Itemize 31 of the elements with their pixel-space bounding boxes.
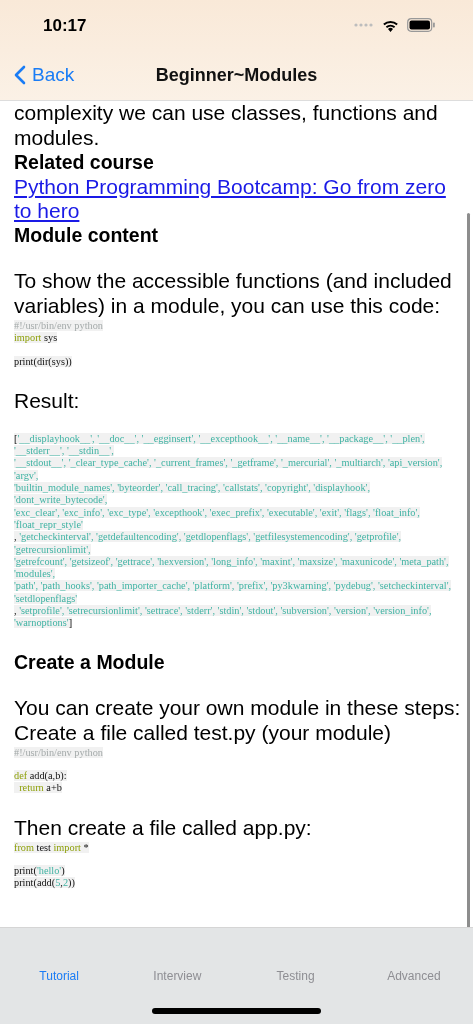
- code-line: return a+b: [14, 782, 62, 795]
- code-line: , 'getcheckinterval', 'getdefaultencoding', 'getdlopenflags', 'getfilesystemencoding', 'getprofile',: [14, 531, 402, 544]
- code-line: print(add(5,2)): [14, 877, 75, 890]
- scroll-bar[interactable]: [467, 213, 470, 927]
- section-heading: Module content: [14, 223, 160, 248]
- code-line: from test import *: [14, 841, 89, 854]
- status-time: 10:17: [43, 15, 88, 36]
- section-heading: Create a Module: [14, 649, 166, 675]
- paragraph: complexity we can use classes, functions and modules.: [14, 100, 439, 150]
- tab[interactable]: Advanced: [387, 969, 441, 983]
- back-button[interactable]: Back: [0, 64, 75, 86]
- signal-icon: [354, 23, 374, 27]
- tab[interactable]: Interview: [153, 969, 202, 983]
- paragraph: To show the accessible functions (and included variables) in a module, you can use this code:: [14, 268, 453, 318]
- code-line: def add(a,b):: [14, 769, 67, 783]
- tab[interactable]: Testing: [276, 969, 315, 983]
- paragraph: Then create a file called app.py:: [14, 814, 313, 840]
- code-line: print('hello'): [14, 864, 65, 878]
- section-heading: Related course: [14, 150, 155, 175]
- chevron-left-icon: [14, 65, 26, 85]
- page-title: Beginner~Modules: [155, 64, 318, 86]
- paragraph: Create a file called test.py (your module): [14, 719, 392, 745]
- wifi-icon: [382, 18, 399, 32]
- course-link[interactable]: Python Programming Bootcamp: Go from zero to hero: [14, 175, 463, 223]
- tab[interactable]: Tutorial: [39, 969, 79, 983]
- paragraph: You can create your own module in these steps:: [14, 694, 462, 720]
- paragraph: Result:: [14, 387, 81, 413]
- battery-icon: [407, 18, 435, 32]
- code-line: , 'setprofile', 'setrecursionlimit', 'settrace', 'stderr', 'stdin', 'stdout', 'subversion', 'version', 'version_info',: [14, 605, 432, 618]
- code-line: import sys: [14, 332, 58, 345]
- code-line: 'warnoptions']: [14, 617, 73, 630]
